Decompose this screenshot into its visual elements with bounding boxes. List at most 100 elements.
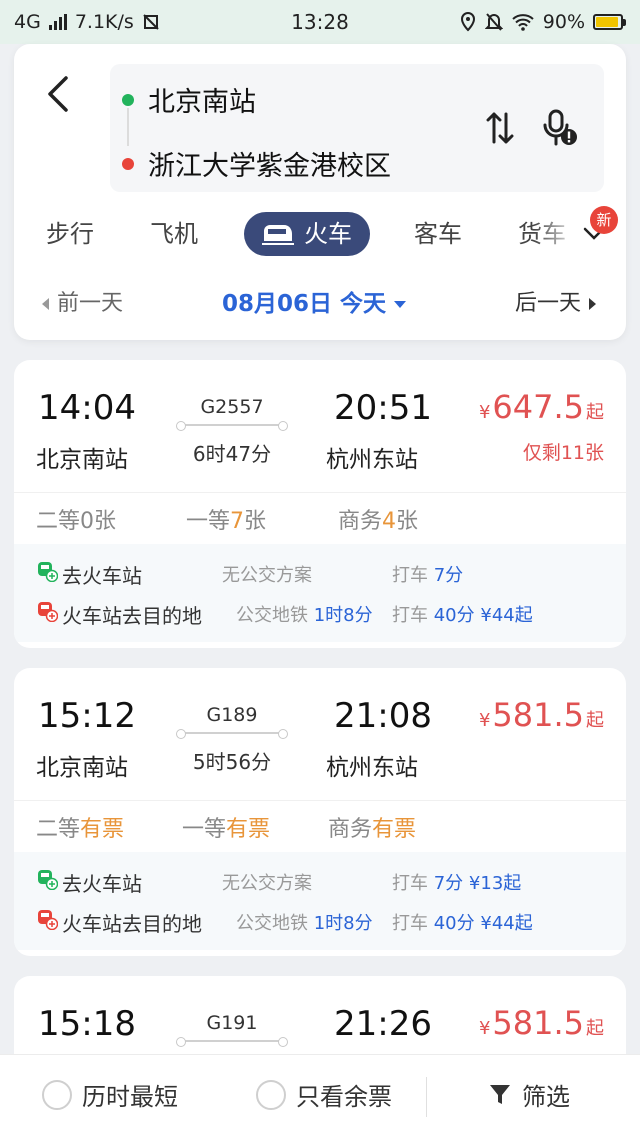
to-destination-transit[interactable]: 火车站去目的地 公交地铁 1时8分 打车 40分 ¥44起 xyxy=(14,904,626,938)
tabs-fade xyxy=(534,212,580,256)
seat-unit: 张 xyxy=(94,509,117,534)
arrival-station: 杭州东站 xyxy=(326,755,418,781)
price-suffix: 起 xyxy=(586,710,604,731)
transit-label: 去火车站 xyxy=(62,564,142,588)
date-row: 前一天 08月06日 今天 后一天 xyxy=(14,286,626,322)
tab-train[interactable]: 火车 xyxy=(244,212,370,256)
next-day-button[interactable]: 后一天 xyxy=(515,286,596,322)
prev-day-label: 前一天 xyxy=(57,291,124,316)
train-card[interactable]: 14:04 北京南站 G2557 6时47分 20:51 杭州东站 ¥ 647.… xyxy=(14,360,626,648)
filter-label: 筛选 xyxy=(522,1083,570,1111)
transit-label: 火车站去目的地 xyxy=(62,604,202,628)
price: ¥ 647.5 起 xyxy=(479,388,604,426)
taxi-label: 打车 xyxy=(392,873,428,894)
seat-class: 二等 xyxy=(36,509,81,534)
train-station-red-icon xyxy=(38,602,58,622)
taxi-time: 40分 xyxy=(433,913,475,934)
departure-station: 北京南站 xyxy=(36,447,128,473)
network-speed: 7.1K/s xyxy=(74,11,134,33)
price-symbol: ¥ xyxy=(478,1018,491,1039)
taxi-info: 打车 7分 ¥13起 xyxy=(392,869,521,895)
prev-day-button[interactable]: 前一天 xyxy=(42,286,123,322)
seat-business-class: 商务有票 xyxy=(328,811,416,843)
voice-input-button[interactable] xyxy=(538,106,582,150)
swap-button[interactable] xyxy=(480,108,520,148)
price-suffix: 起 xyxy=(586,1018,604,1039)
tab-walk[interactable]: 步行 xyxy=(46,212,94,256)
seat-class: 商务 xyxy=(328,817,373,842)
train-card[interactable]: 15:12 北京南站 G189 5时56分 21:08 杭州东站 ¥ 581.5… xyxy=(14,668,626,956)
available-only-label: 只看余票 xyxy=(296,1083,392,1111)
train-station-green-icon xyxy=(38,870,58,890)
arrival-time: 20:51 xyxy=(334,388,432,428)
network-type: 4G xyxy=(14,11,41,33)
transit-info: 去火车站 无公交方案 打车 7分 火车站去目的地 公交地铁 1时8分 打车 40… xyxy=(14,544,626,642)
seat-availability: 二等有票 一等有票 商务有票 xyxy=(14,800,626,852)
transport-mode-tabs: 步行 飞机 火车 客车 货车 新 xyxy=(14,206,626,256)
screenshot-icon xyxy=(143,14,159,30)
taxi-label: 打车 xyxy=(392,913,428,934)
taxi-info: 打车 40分 ¥44起 xyxy=(392,601,533,627)
bus-info: 公交地铁 1时8分 xyxy=(236,909,373,935)
arrival-time: 21:26 xyxy=(334,1004,432,1044)
tab-coach[interactable]: 客车 xyxy=(414,212,462,256)
bus-time: 1时8分 xyxy=(313,605,373,626)
to-row[interactable]: 浙江大学紫金港校区 xyxy=(122,144,391,183)
taxi-label: 打车 xyxy=(392,605,428,626)
seat-unit: 张 xyxy=(244,509,267,534)
transit-info: 去火车站 无公交方案 打车 7分 ¥13起 火车站去目的地 公交地铁 1时8分 … xyxy=(14,852,626,950)
bus-time: 1时8分 xyxy=(313,913,373,934)
to-dot-icon xyxy=(122,157,134,170)
to-station-transit[interactable]: 去火车站 无公交方案 打车 7分 ¥13起 xyxy=(14,864,626,898)
train-route-line xyxy=(176,729,288,739)
battery-percent: 90% xyxy=(542,11,585,33)
arrival-time: 21:08 xyxy=(334,696,432,736)
taxi-price: ¥13起 xyxy=(468,873,522,894)
departure-time: 14:04 xyxy=(38,388,136,428)
taxi-label: 打车 xyxy=(392,565,428,586)
shortest-duration-toggle[interactable]: 历时最短 xyxy=(42,1077,178,1112)
mute-icon xyxy=(484,13,503,31)
to-destination-transit[interactable]: 火车站去目的地 公交地铁 1时8分 打车 40分 ¥44起 xyxy=(14,596,626,630)
train-route-line xyxy=(176,421,288,431)
seat-class: 商务 xyxy=(338,509,383,534)
route-header-card: 北京南站 浙江大学紫金港校区 步行 飞机 火车 客车 货车 新 前一天 xyxy=(14,44,626,340)
price-symbol: ¥ xyxy=(478,710,491,731)
trip-duration: 5时56分 xyxy=(192,750,272,774)
price: ¥ 581.5 起 xyxy=(479,1004,604,1042)
train-number: G2557 xyxy=(200,396,264,418)
from-row[interactable]: 北京南站 xyxy=(122,80,256,119)
tab-flight[interactable]: 飞机 xyxy=(150,212,198,256)
filter-button[interactable]: 筛选 xyxy=(488,1077,570,1112)
to-station-transit[interactable]: 去火车站 无公交方案 打车 7分 xyxy=(14,556,626,590)
triangle-down-icon xyxy=(394,300,407,308)
train-number: G191 xyxy=(206,1012,258,1034)
taxi-info: 打车 7分 xyxy=(392,561,463,587)
available-only-toggle[interactable]: 只看余票 xyxy=(256,1077,392,1112)
seat-class: 一等 xyxy=(182,817,227,842)
departure-time: 15:12 xyxy=(38,696,136,736)
back-button[interactable] xyxy=(38,74,78,114)
seat-class: 二等 xyxy=(36,817,81,842)
seat-count: 4 xyxy=(382,509,397,534)
train-route-line xyxy=(176,1037,288,1047)
status-bar: 4G 7.1K/s 13:28 90% xyxy=(0,0,640,44)
price-value: 581.5 xyxy=(492,696,584,734)
checkbox-circle-icon xyxy=(256,1079,286,1110)
shortest-duration-label: 历时最短 xyxy=(82,1083,178,1111)
remaining-tickets: 仅剩11张 xyxy=(522,442,604,464)
date-label: 08月06日 今天 xyxy=(222,291,387,317)
chevron-left-icon xyxy=(48,76,68,112)
route-connector xyxy=(127,108,129,146)
date-selector[interactable]: 08月06日 今天 xyxy=(222,286,407,322)
bus-label: 无公交方案 xyxy=(222,873,312,894)
triangle-left-icon xyxy=(42,298,49,310)
divider xyxy=(426,1077,427,1117)
bus-info: 无公交方案 xyxy=(222,869,312,895)
taxi-time: 7分 xyxy=(433,565,464,586)
train-station-green-icon xyxy=(38,562,58,582)
train-station-red-icon xyxy=(38,910,58,930)
arrival-station: 杭州东站 xyxy=(326,447,418,473)
signal-icon xyxy=(48,14,67,30)
seat-business-class: 商务4张 xyxy=(338,503,418,535)
